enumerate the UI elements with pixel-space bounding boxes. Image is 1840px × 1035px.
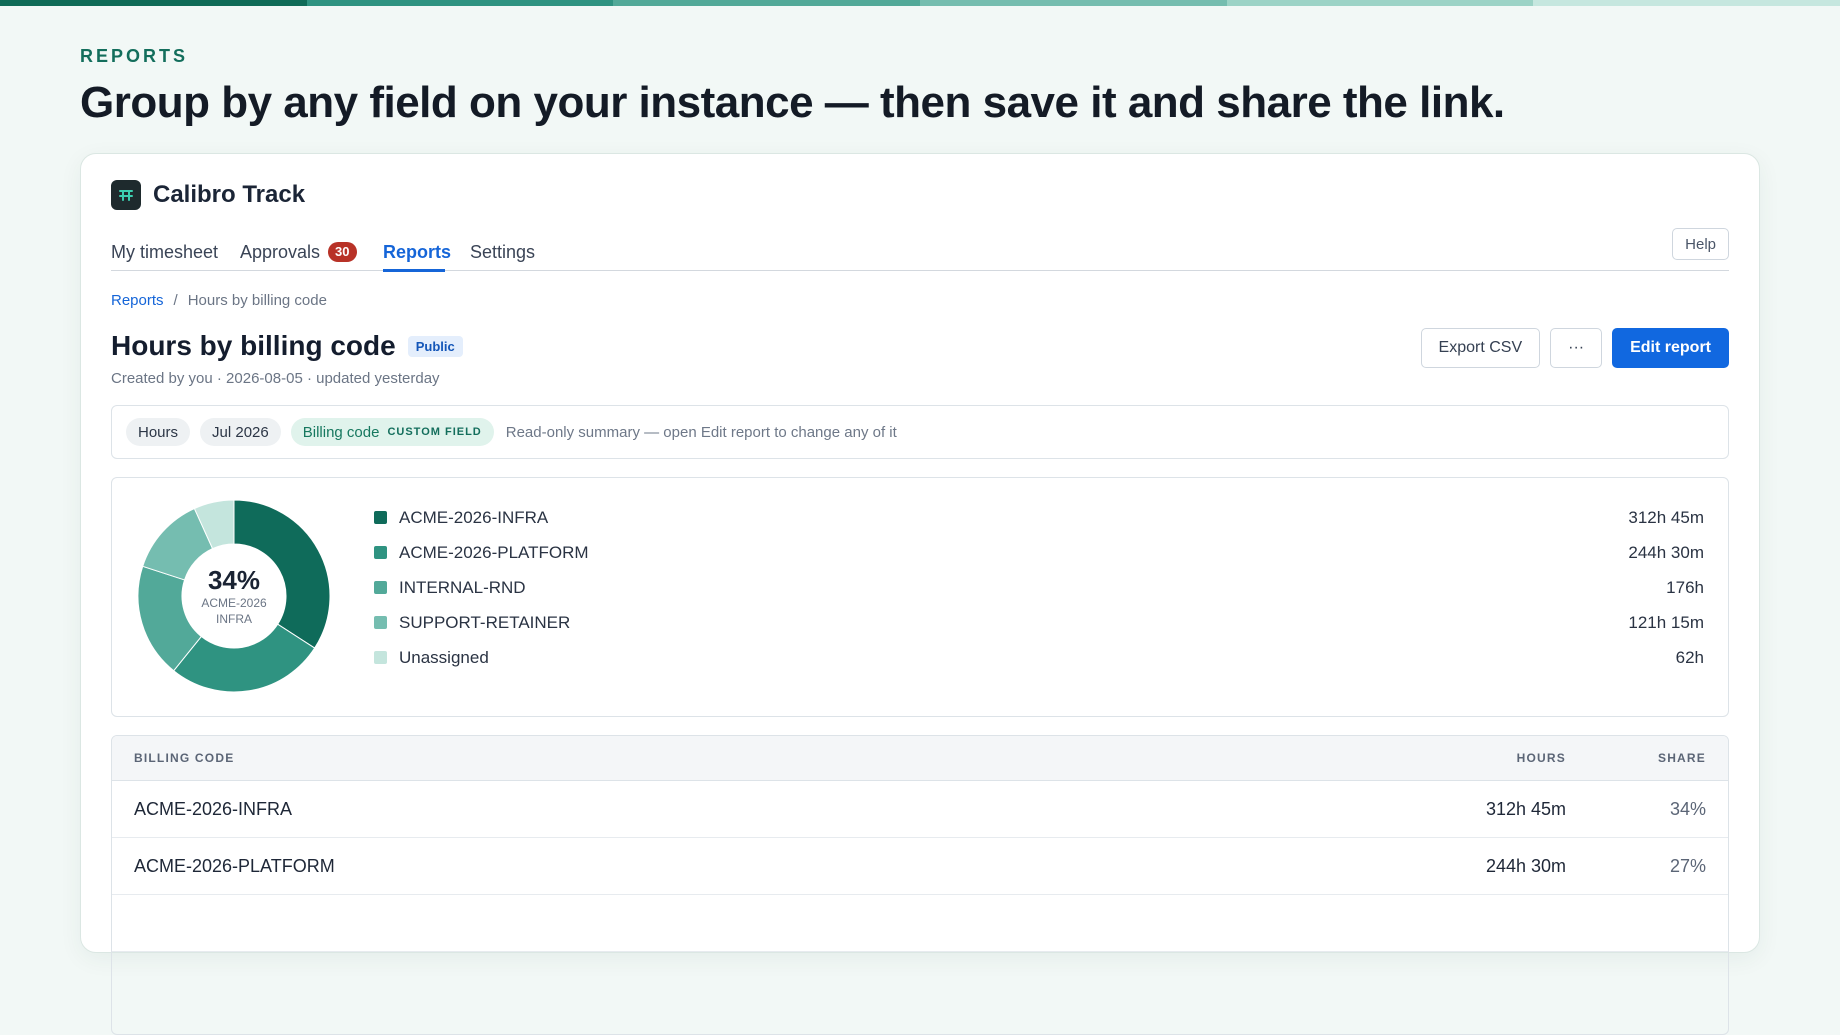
cell-share: 27% (1669, 856, 1706, 876)
donut-chart-svg (137, 499, 331, 693)
progress-segment (613, 0, 921, 6)
more-options-button[interactable]: ··· (1550, 328, 1603, 368)
legend-item: Unassigned 62h (374, 640, 1704, 675)
column-header-hours[interactable]: HOURS (1517, 751, 1566, 765)
legend-item: SUPPORT-RETAINER 121h 15m (374, 605, 1704, 640)
legend-value: 312h 45m (1628, 507, 1704, 527)
edit-report-button[interactable]: Edit report (1612, 328, 1729, 368)
legend-value: 62h (1675, 647, 1704, 667)
tab-reports[interactable]: Reports (383, 238, 451, 266)
cell-billing-code: ACME-2026-INFRA (134, 799, 293, 819)
report-title-row: Hours by billing code Public (111, 330, 463, 362)
report-table: BILLING CODE HOURS SHARE ACME-2026-INFRA… (111, 735, 1729, 1035)
table-row[interactable]: ACME-2026-PLATFORM 244h 30m 27% (112, 838, 1728, 895)
custom-field-tag: CUSTOM FIELD (387, 426, 482, 438)
breadcrumb-reports-link[interactable]: Reports (111, 292, 164, 309)
table-row[interactable] (112, 895, 1728, 952)
donut-slice[interactable] (233, 499, 331, 649)
cell-hours: 244h 30m (1485, 856, 1566, 876)
legend-label: INTERNAL-RND (399, 577, 526, 597)
legend-swatch (374, 581, 387, 594)
legend-item: ACME-2026-PLATFORM 244h 30m (374, 535, 1704, 570)
progress-segment (1226, 0, 1534, 6)
app-brand: Calibro Track (111, 180, 305, 210)
chart-legend: ACME-2026-INFRA 312h 45m ACME-2026-PLATFOR… (374, 500, 1704, 675)
group-by-label: Billing code (302, 423, 380, 441)
filters-note: Read-only summary — open Edit report to … (505, 423, 897, 441)
app-name: Calibro Track (153, 181, 306, 208)
group-by-chip: Billing code CUSTOM FIELD (290, 418, 494, 446)
help-button[interactable]: Help (1672, 228, 1729, 260)
page-headline: Group by any field on your instance — th… (80, 78, 1505, 127)
report-meta: Created by you · 2026-08-05 · updated ye… (111, 370, 440, 387)
tab-label: Approvals (240, 241, 321, 262)
column-header-share[interactable]: SHARE (1658, 751, 1706, 765)
export-csv-button[interactable]: Export CSV (1420, 328, 1541, 368)
main-nav: My timesheet Approvals 30 Reports Settin… (111, 228, 1729, 272)
active-tab-indicator (383, 269, 445, 272)
section-eyebrow: REPORTS (80, 46, 189, 66)
visibility-badge: Public (407, 335, 463, 357)
app-logo-icon (111, 180, 141, 210)
progress-segment (1533, 0, 1840, 6)
legend-label: Unassigned (399, 647, 489, 667)
report-actions: Export CSV ··· Edit report (1420, 328, 1729, 368)
legend-value: 121h 15m (1628, 612, 1704, 632)
tab-label: My timesheet (111, 241, 219, 262)
breadcrumb-current: Hours by billing code (187, 292, 327, 309)
legend-value: 244h 30m (1628, 542, 1704, 562)
app-window: Calibro Track My timesheet Approvals 30 … (80, 153, 1760, 1035)
legend-item: ACME-2026-INFRA 312h 45m (374, 500, 1704, 535)
donut-chart: 34% ACME-2026 INFRA (137, 499, 331, 693)
report-filters-summary: Hours Jul 2026 Billing code CUSTOM FIELD… (111, 405, 1729, 459)
table-header: BILLING CODE HOURS SHARE (112, 736, 1728, 781)
legend-swatch (374, 511, 387, 524)
metric-chip: Hours (126, 418, 191, 446)
breadcrumb-separator: / (173, 292, 178, 309)
tab-settings[interactable]: Settings (470, 238, 535, 266)
legend-label: ACME-2026-INFRA (399, 507, 549, 527)
chart-panel: 34% ACME-2026 INFRA ACME-2026-INFRA 312h … (111, 477, 1729, 717)
cell-share: 34% (1669, 799, 1706, 819)
legend-label: SUPPORT-RETAINER (399, 612, 571, 632)
progress-segment (920, 0, 1227, 6)
tab-label: Reports (383, 241, 452, 262)
tab-approvals[interactable]: Approvals 30 (240, 238, 357, 266)
period-chip: Jul 2026 (200, 418, 281, 446)
report-title: Hours by billing code (111, 330, 396, 361)
legend-item: INTERNAL-RND 176h (374, 570, 1704, 605)
cell-hours: 312h 45m (1485, 799, 1566, 819)
progress-segment (0, 0, 307, 6)
tab-my-timesheet[interactable]: My timesheet (111, 238, 218, 266)
approvals-count-badge: 30 (328, 242, 357, 262)
breadcrumb: Reports / Hours by billing code (111, 292, 327, 309)
table-row[interactable]: ACME-2026-INFRA 312h 45m 34% (112, 781, 1728, 838)
legend-swatch (374, 546, 387, 559)
column-header-billing-code[interactable]: BILLING CODE (134, 751, 234, 765)
top-progress-strip (0, 0, 1840, 6)
progress-segment (306, 0, 614, 6)
tab-label: Settings (470, 241, 536, 262)
legend-label: ACME-2026-PLATFORM (399, 542, 589, 562)
legend-swatch (374, 651, 387, 664)
legend-swatch (374, 616, 387, 629)
cell-billing-code: ACME-2026-PLATFORM (134, 856, 335, 876)
legend-value: 176h (1666, 577, 1704, 597)
